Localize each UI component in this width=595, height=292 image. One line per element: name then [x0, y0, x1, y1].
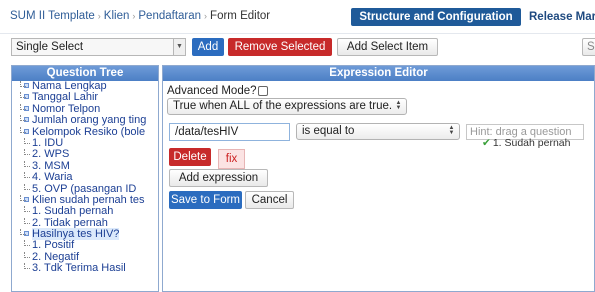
tree-connector	[24, 137, 30, 144]
breadcrumb: SUM II Template › Klien › Pendaftaran › Form E…	[10, 10, 270, 22]
tree-item-label: Jumlah orang yang ting	[32, 114, 147, 127]
breadcrumb-link-pendaftaran[interactable]: Pendaftaran	[138, 10, 201, 22]
tree-connector	[20, 229, 26, 236]
question-tree-list: Nama Lengkap Tanggal Lahir Nomor Telpon Jum…	[12, 81, 158, 275]
cancel-button[interactable]: Cancel	[245, 191, 294, 209]
tree-item-label: 4. Waria	[32, 171, 73, 184]
question-tree-header: Question Tree	[12, 66, 158, 81]
tree-connector	[24, 217, 30, 224]
tree-item-label: 1. Positif	[32, 239, 75, 252]
tree-connector	[20, 194, 26, 201]
tree-connector	[24, 251, 30, 258]
tree-item-label: 2. Negatif	[32, 250, 80, 263]
save-button[interactable]: Sa	[582, 38, 595, 56]
advanced-mode-label: Advanced Mode?	[167, 85, 257, 97]
tree-item-label: 3. Tdk Terima Hasil	[32, 262, 126, 275]
breadcrumb-separator-icon: ›	[204, 11, 208, 21]
value-selected-label: 1. Sudah pernah	[492, 137, 571, 149]
tree-connector	[24, 160, 30, 167]
editor-toolbar: Single Select ▼ Add Remove Selected Add …	[0, 34, 595, 62]
question-type-value: Single Select	[16, 41, 84, 53]
save-to-form-button[interactable]: Save to Form	[169, 191, 242, 209]
value-selected-option: ✔ 1. Sudah pernah	[482, 137, 570, 149]
breadcrumb-current: Form Editor	[210, 10, 271, 22]
top-bar: SUM II Template › Klien › Pendaftaran › Form E…	[0, 0, 595, 34]
question-tree-panel: Question Tree Nama Lengkap Tanggal Lahir N…	[11, 65, 159, 292]
advanced-mode-toggle[interactable]: Advanced Mode?	[167, 85, 268, 97]
tree-connector	[24, 206, 30, 213]
expression-editor-header: Expression Editor	[163, 66, 594, 81]
tree-item-label: Hasilnya tes HIV?	[32, 228, 120, 241]
chevron-down-icon[interactable]: ▼	[173, 38, 186, 56]
add-expression-button[interactable]: Add expression	[169, 169, 268, 187]
delete-expression-button[interactable]: Delete	[169, 148, 211, 166]
breadcrumb-separator-icon: ›	[132, 11, 136, 21]
tree-connector	[24, 263, 30, 270]
tree-connector	[20, 115, 26, 122]
tree-item-label: 2. WPS	[32, 148, 70, 161]
tree-item-label: 1. IDU	[32, 136, 64, 149]
structure-configuration-button[interactable]: Structure and Configuration	[351, 8, 521, 26]
select-arrows-icon: ▲ ▼	[448, 125, 455, 136]
add-select-item-button[interactable]: Add Select Item	[337, 38, 438, 56]
operator-select[interactable]: is equal to ▲ ▼	[296, 123, 460, 140]
breadcrumb-link-klien[interactable]: Klien	[104, 10, 130, 22]
tree-connector	[20, 103, 26, 110]
tree-connector	[24, 149, 30, 156]
logic-select[interactable]: True when ALL of the expressions are tru…	[167, 98, 407, 115]
tree-item-label: Nama Lengkap	[32, 80, 107, 92]
tree-connector	[24, 172, 30, 179]
tree-connector	[20, 126, 26, 133]
logic-select-value: True when ALL of the expressions are tru…	[173, 100, 393, 112]
breadcrumb-link-template[interactable]: SUM II Template	[10, 10, 95, 22]
tree-item-label: 2. Tidak pernah	[32, 216, 108, 229]
tree-item-label: Kelompok Resiko (bole	[32, 125, 146, 138]
tree-connector	[20, 92, 26, 99]
expression-editor-panel: Expression Editor Advanced Mode? True wh…	[162, 65, 595, 292]
question-path-input[interactable]: /data/tesHIV	[169, 123, 290, 141]
remove-selected-button[interactable]: Remove Selected	[228, 38, 332, 56]
select-arrows-icon: ▲ ▼	[395, 100, 402, 111]
tree-item-label: 5. OVP (pasangan ID	[32, 182, 137, 195]
tree-item-label: Klien sudah pernah tes	[32, 193, 145, 206]
tree-connector	[20, 81, 26, 87]
fix-button[interactable]: fix	[218, 149, 245, 169]
tree-connector	[24, 183, 30, 190]
question-type-select[interactable]: Single Select ▼	[11, 38, 186, 56]
tree-option-item[interactable]: 3. Tdk Terima Hasil	[12, 263, 158, 274]
add-question-button[interactable]: Add	[192, 38, 224, 56]
tree-item-label: 1. Sudah pernah	[32, 205, 114, 218]
tree-item-label: 3. MSM	[32, 159, 70, 172]
tree-connector	[24, 240, 30, 247]
advanced-mode-checkbox[interactable]	[257, 86, 268, 96]
breadcrumb-separator-icon: ›	[97, 11, 101, 21]
release-manager-link[interactable]: Release Mar	[529, 8, 595, 26]
check-icon: ✔	[482, 137, 491, 149]
tree-item-label: Nomor Telpon	[32, 102, 101, 115]
operator-select-value: is equal to	[302, 125, 355, 137]
tree-item-label: Tanggal Lahir	[32, 91, 99, 104]
